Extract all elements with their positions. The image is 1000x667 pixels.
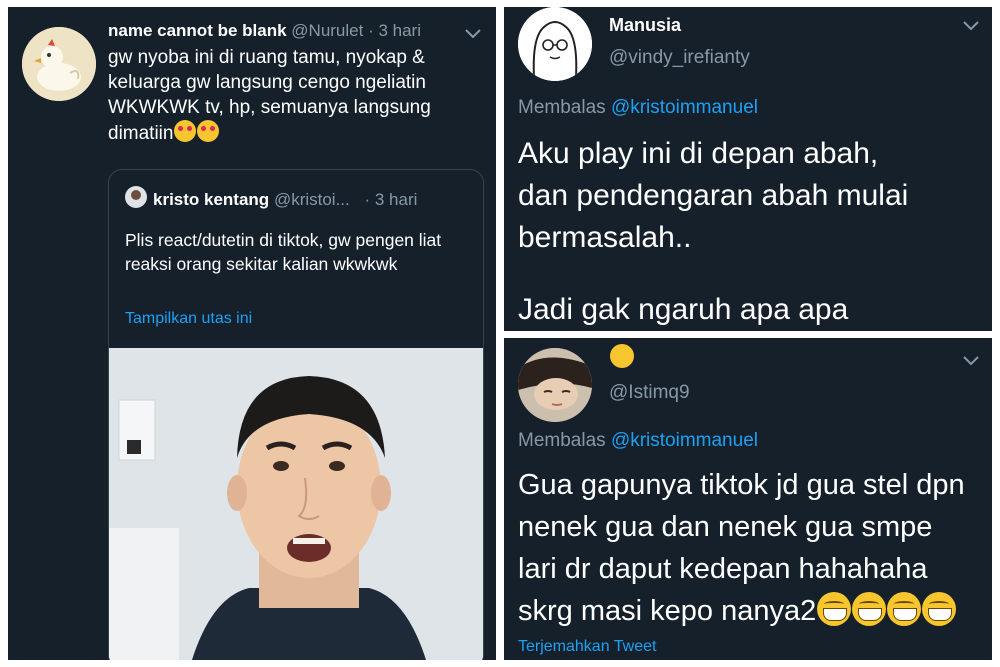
tweet-panel-left: name cannot be blank @Nurulet · 3 hari g… xyxy=(8,7,496,660)
show-thread-link[interactable]: Tampilkan utas ini xyxy=(125,310,252,328)
grinning-squinting-face-icon xyxy=(887,592,922,626)
tweet-text-line: Gua gapunya tiktok jd gua stel dpn xyxy=(518,469,965,501)
avatar[interactable] xyxy=(518,7,592,81)
quoted-timestamp: · 3 hari xyxy=(364,190,418,209)
tweet-text: Gua gapunya tiktok jd gua stel dpn nenek… xyxy=(518,464,965,632)
tweet-panel-top-right: Manusia @vindy_irefianty Membalas @krist… xyxy=(504,7,992,331)
display-name[interactable] xyxy=(609,344,634,370)
handle[interactable]: @vindy_irefianty xyxy=(609,47,750,69)
handle[interactable]: @Istimq9 xyxy=(609,382,690,404)
tweet-text-line: Jadi gak ngaruh apa apa xyxy=(518,293,849,326)
avatar[interactable] xyxy=(518,348,592,422)
tweet-text-line: nenek gua dan nenek gua smpe xyxy=(518,511,933,543)
smiling-face-icon xyxy=(610,344,634,368)
video-thumbnail[interactable] xyxy=(109,348,483,660)
tweet-header: name cannot be blank @Nurulet · 3 hari xyxy=(108,21,421,41)
tweet-text-line-last: skrg masi kepo nanya2 xyxy=(518,590,965,632)
tweet-text: Aku play ini di depan abah, dan pendenga… xyxy=(518,133,908,331)
quoted-handle: @kristoi... xyxy=(273,190,350,209)
tweet-text-line: lari dr daput kedepan hahahaha xyxy=(518,553,928,585)
smiling-face-with-hearts-icon xyxy=(174,120,197,142)
tweet-text-line: dan pendengaran abah mulai xyxy=(518,179,909,212)
handle[interactable]: @Nurulet xyxy=(291,21,363,40)
chevron-down-icon[interactable] xyxy=(962,19,980,31)
quoted-display-name: kristo kentang xyxy=(153,190,270,209)
timestamp[interactable]: · 3 hari xyxy=(368,21,421,40)
tweet-text-line: Aku play ini di depan abah, xyxy=(518,137,879,170)
translate-tweet-link[interactable]: Terjemahkan Tweet xyxy=(518,638,656,656)
avatar[interactable] xyxy=(22,27,96,101)
tweet-text-line: skrg masi kepo nanya2 xyxy=(518,595,817,627)
grinning-squinting-face-icon xyxy=(922,592,957,626)
tweet-text: gw nyoba ini di ruang tamu, nyokap & kel… xyxy=(108,45,478,146)
quoted-tweet[interactable]: kristo kentang @kristoi... · 3 hari Plis… xyxy=(108,169,484,660)
tweet-text-line xyxy=(518,259,908,289)
display-name[interactable]: Manusia xyxy=(609,15,681,36)
tweet-text-line: bermasalah.. xyxy=(518,221,692,254)
reply-to-link[interactable]: @kristoimmanuel xyxy=(611,97,758,118)
chevron-down-icon[interactable] xyxy=(464,27,482,39)
reply-to-link[interactable]: @kristoimmanuel xyxy=(611,430,758,451)
grinning-squinting-face-icon xyxy=(817,592,852,626)
reply-prefix: Membalas xyxy=(518,430,606,451)
tweet-panel-bottom-right: @Istimq9 Membalas @kristoimmanuel Gua ga… xyxy=(504,338,992,660)
grinning-squinting-face-icon xyxy=(852,592,887,626)
display-name[interactable]: name cannot be blank xyxy=(108,21,287,40)
smiling-face-with-hearts-icon xyxy=(197,120,220,142)
reply-prefix: Membalas xyxy=(518,97,606,118)
quoted-tweet-header: kristo kentang @kristoi... · 3 hari xyxy=(125,186,418,210)
chevron-down-icon[interactable] xyxy=(962,354,980,366)
reply-context: Membalas @kristoimmanuel xyxy=(518,430,758,452)
tweet-text-body: gw nyoba ini di ruang tamu, nyokap & kel… xyxy=(108,47,431,144)
quoted-tweet-text: Plis react/dutetin di tiktok, gw pengen … xyxy=(125,230,442,274)
reply-context: Membalas @kristoimmanuel xyxy=(518,97,758,119)
avatar xyxy=(125,186,147,208)
